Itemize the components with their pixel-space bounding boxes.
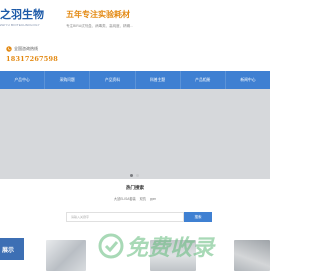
- product-display-tab[interactable]: 展示: [0, 238, 24, 260]
- hot-search-terms: 大鼠ELISA套装 双抗 ppm: [0, 196, 270, 201]
- hotline: 全国咨询热线: [6, 46, 38, 52]
- nav-item-products[interactable]: 产品中心: [0, 71, 46, 89]
- watermark-text: 免费收录: [126, 236, 215, 261]
- slider-dots: [130, 174, 139, 177]
- watermark-badge-icon: [98, 233, 124, 259]
- product-image[interactable]: [46, 240, 86, 271]
- search-section: 热门搜索 大鼠ELISA套装 双抗 ppm 请输入关键字 搜索: [0, 179, 270, 231]
- nav-item-news[interactable]: 新闻中心: [226, 71, 270, 89]
- phone-icon: [6, 46, 12, 52]
- search-title: 热门搜索: [126, 185, 144, 190]
- hot-term[interactable]: 大鼠ELISA套装: [114, 197, 136, 201]
- nav-item-science[interactable]: 科普主题: [136, 71, 181, 89]
- search-box: 请输入关键字 搜索: [66, 212, 212, 222]
- hot-term[interactable]: 双抗: [140, 197, 146, 201]
- slogan: 五年专注实验耗材: [66, 9, 130, 19]
- nav-item-purchase[interactable]: 采购问题: [45, 71, 91, 89]
- product-image[interactable]: [234, 240, 270, 271]
- logo-subtitle: ZHIYU BIOTECHNOLOGY: [0, 23, 40, 27]
- search-button[interactable]: 搜索: [184, 212, 212, 222]
- watermark: 免费收录: [98, 230, 214, 262]
- banner-slider[interactable]: [0, 89, 270, 179]
- slider-dot[interactable]: [136, 174, 139, 177]
- page: 之羽生物 ZHIYU BIOTECHNOLOGY 五年专注实验耗材 专注BIRA…: [0, 0, 270, 271]
- slider-dot[interactable]: [130, 174, 133, 177]
- logo[interactable]: 之羽生物 ZHIYU BIOTECHNOLOGY: [0, 6, 44, 27]
- nav-item-docs[interactable]: 产品资料: [90, 71, 136, 89]
- hotline-number[interactable]: 18317267598: [6, 55, 58, 63]
- nav-item-album[interactable]: 产品相册: [181, 71, 226, 89]
- main-nav: 产品中心 采购问题 产品资料 科普主题 产品相册 新闻中心: [0, 71, 270, 89]
- search-input[interactable]: 请输入关键字: [66, 212, 184, 222]
- sub-slogan: 专注BIRA试剂盒、病毒类、高纯度、精确...: [66, 24, 134, 28]
- logo-text: 之羽生物: [0, 8, 44, 21]
- hotline-label: 全国咨询热线: [14, 46, 38, 51]
- hot-term[interactable]: ppm: [150, 197, 156, 201]
